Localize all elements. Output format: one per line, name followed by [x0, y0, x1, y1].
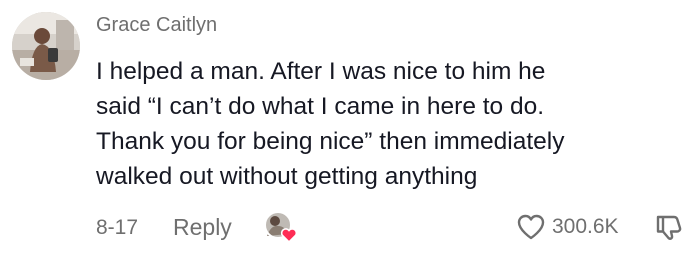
- avatar[interactable]: [12, 12, 80, 80]
- comment-text-line: walked out without getting anything: [96, 163, 478, 190]
- dislike-button[interactable]: [654, 213, 684, 241]
- reply-button[interactable]: Reply: [173, 214, 232, 240]
- like-button[interactable]: 300.6K: [516, 212, 619, 242]
- creator-liked-badge: [261, 210, 301, 244]
- heart-outline-icon: [517, 214, 545, 240]
- thumbs-down-icon: [656, 215, 682, 240]
- comment-text-line: said “I can’t do what I came in here to …: [96, 93, 545, 120]
- comment-text: I helped a man. After I was nice to him …: [96, 54, 696, 194]
- comment-text-line: Thank you for being nice” then immediate…: [96, 128, 565, 155]
- comment-text-line: I helped a man. After I was nice to him …: [96, 58, 546, 85]
- comment-item: Grace Caitlyn I helped a man. After I wa…: [0, 0, 700, 253]
- like-count: 300.6K: [552, 215, 619, 238]
- heart-badge-icon: [280, 228, 298, 244]
- comment-footer: 8-17 Reply 300.6K: [96, 210, 696, 244]
- comment-date: 8-17: [96, 216, 139, 239]
- avatar-photo: [12, 12, 80, 80]
- username[interactable]: Grace Caitlyn: [96, 12, 217, 38]
